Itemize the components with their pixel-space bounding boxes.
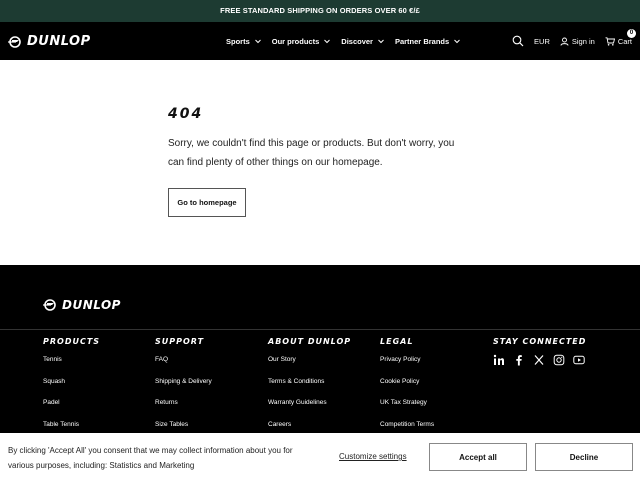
error-content: 404 Sorry, we couldn't find this page or… [168,106,468,172]
footer-link-our-story[interactable]: Our Story [268,354,351,376]
main-menu: Sports Our products Discover Partner Bra… [226,22,461,60]
accept-all-button[interactable]: Accept all [429,443,527,471]
sign-in-label: Sign in [571,36,595,46]
menu-item-label: Discover [341,36,373,46]
footer-logo-wordmark: DUNLOP [62,298,121,312]
footer-dunlop-logo[interactable]: DUNLOP [43,298,121,312]
logo-wordmark: DUNLOP [27,34,91,49]
chevron-down-icon [254,39,261,44]
footer-heading: STAY CONNECTED [493,337,587,346]
search-icon [512,35,524,47]
promo-banner: FREE STANDARD SHIPPING ON ORDERS OVER 60… [0,0,640,22]
dunlop-flying-d-icon [8,35,21,48]
sign-in-link[interactable]: Sign in [560,37,595,46]
footer-divider [0,329,640,330]
footer-link-shipping-delivery[interactable]: Shipping & Delivery [155,376,212,398]
menu-item-our-products[interactable]: Our products [272,37,332,46]
footer-column-social: STAY CONNECTED [493,337,586,366]
menu-item-label: Our products [271,36,320,46]
cart-label: Cart [617,36,632,46]
error-message: Sorry, we couldn't find this page or pro… [168,138,455,168]
footer-column-products: PRODUCTS Tennis Squash Padel Table Tenni… [43,337,100,440]
currency-selector[interactable]: EUR [534,37,550,46]
footer-column-support: SUPPORT FAQ Shipping & Delivery Returns … [155,337,212,440]
footer-link-warranty-guidelines[interactable]: Warranty Guidelines [268,397,351,419]
cart-icon [605,36,615,46]
currency-label: EUR [534,36,550,46]
youtube-icon[interactable] [573,354,585,366]
footer-link-tennis[interactable]: Tennis [43,354,100,376]
footer-link-squash[interactable]: Squash [43,376,100,398]
social-links [493,354,586,366]
footer-heading: SUPPORT [155,337,205,346]
go-to-homepage-button[interactable]: Go to homepage [168,188,246,217]
chevron-down-icon [324,39,331,44]
top-navigation: DUNLOP Sports Our products Discover Part… [0,22,640,60]
x-icon[interactable] [533,354,545,366]
customize-settings-link[interactable]: Customize settings [339,452,407,461]
menu-item-label: Sports [226,36,250,46]
footer-column-about: ABOUT DUNLOP Our Story Terms & Condition… [268,337,351,440]
chevron-down-icon [378,39,384,44]
footer-heading: LEGAL [380,337,414,346]
footer-link-privacy-policy[interactable]: Privacy Policy [380,354,434,376]
footer-link-cookie-policy[interactable]: Cookie Policy [380,376,434,398]
facebook-icon[interactable] [513,354,525,366]
cart-link[interactable]: Cart 0 [605,28,636,46]
instagram-icon[interactable] [553,354,565,366]
menu-item-label: Partner Brands [394,36,450,46]
user-icon [560,37,569,46]
footer-column-legal: LEGAL Privacy Policy Cookie Policy UK Ta… [380,337,434,440]
error-code: 404 [168,106,204,122]
search-button[interactable] [512,35,524,47]
footer-link-returns[interactable]: Returns [155,397,212,419]
promo-text: FREE STANDARD SHIPPING ON ORDERS OVER 60… [220,6,420,15]
cart-count-badge: 0 [627,28,636,38]
footer-link-faq[interactable]: FAQ [155,354,212,376]
footer-link-terms-conditions[interactable]: Terms & Conditions [268,376,351,398]
decline-button[interactable]: Decline [535,443,633,471]
footer-heading: ABOUT DUNLOP [268,337,352,346]
menu-item-partner-brands[interactable]: Partner Brands [395,37,461,46]
dunlop-flying-d-icon [43,299,56,311]
dunlop-logo[interactable]: DUNLOP [8,34,91,49]
footer-heading: PRODUCTS [43,337,101,346]
cookie-consent-text: By clicking 'Accept All' you consent tha… [8,446,293,470]
linkedin-icon[interactable] [493,354,505,366]
menu-item-discover[interactable]: Discover [341,37,385,46]
menu-item-sports[interactable]: Sports [226,37,262,46]
header-actions: EUR Sign in Cart 0 [512,22,636,60]
chevron-down-icon [454,39,461,44]
footer-link-uk-tax-strategy[interactable]: UK Tax Strategy [380,397,434,419]
footer-link-padel[interactable]: Padel [43,397,100,419]
